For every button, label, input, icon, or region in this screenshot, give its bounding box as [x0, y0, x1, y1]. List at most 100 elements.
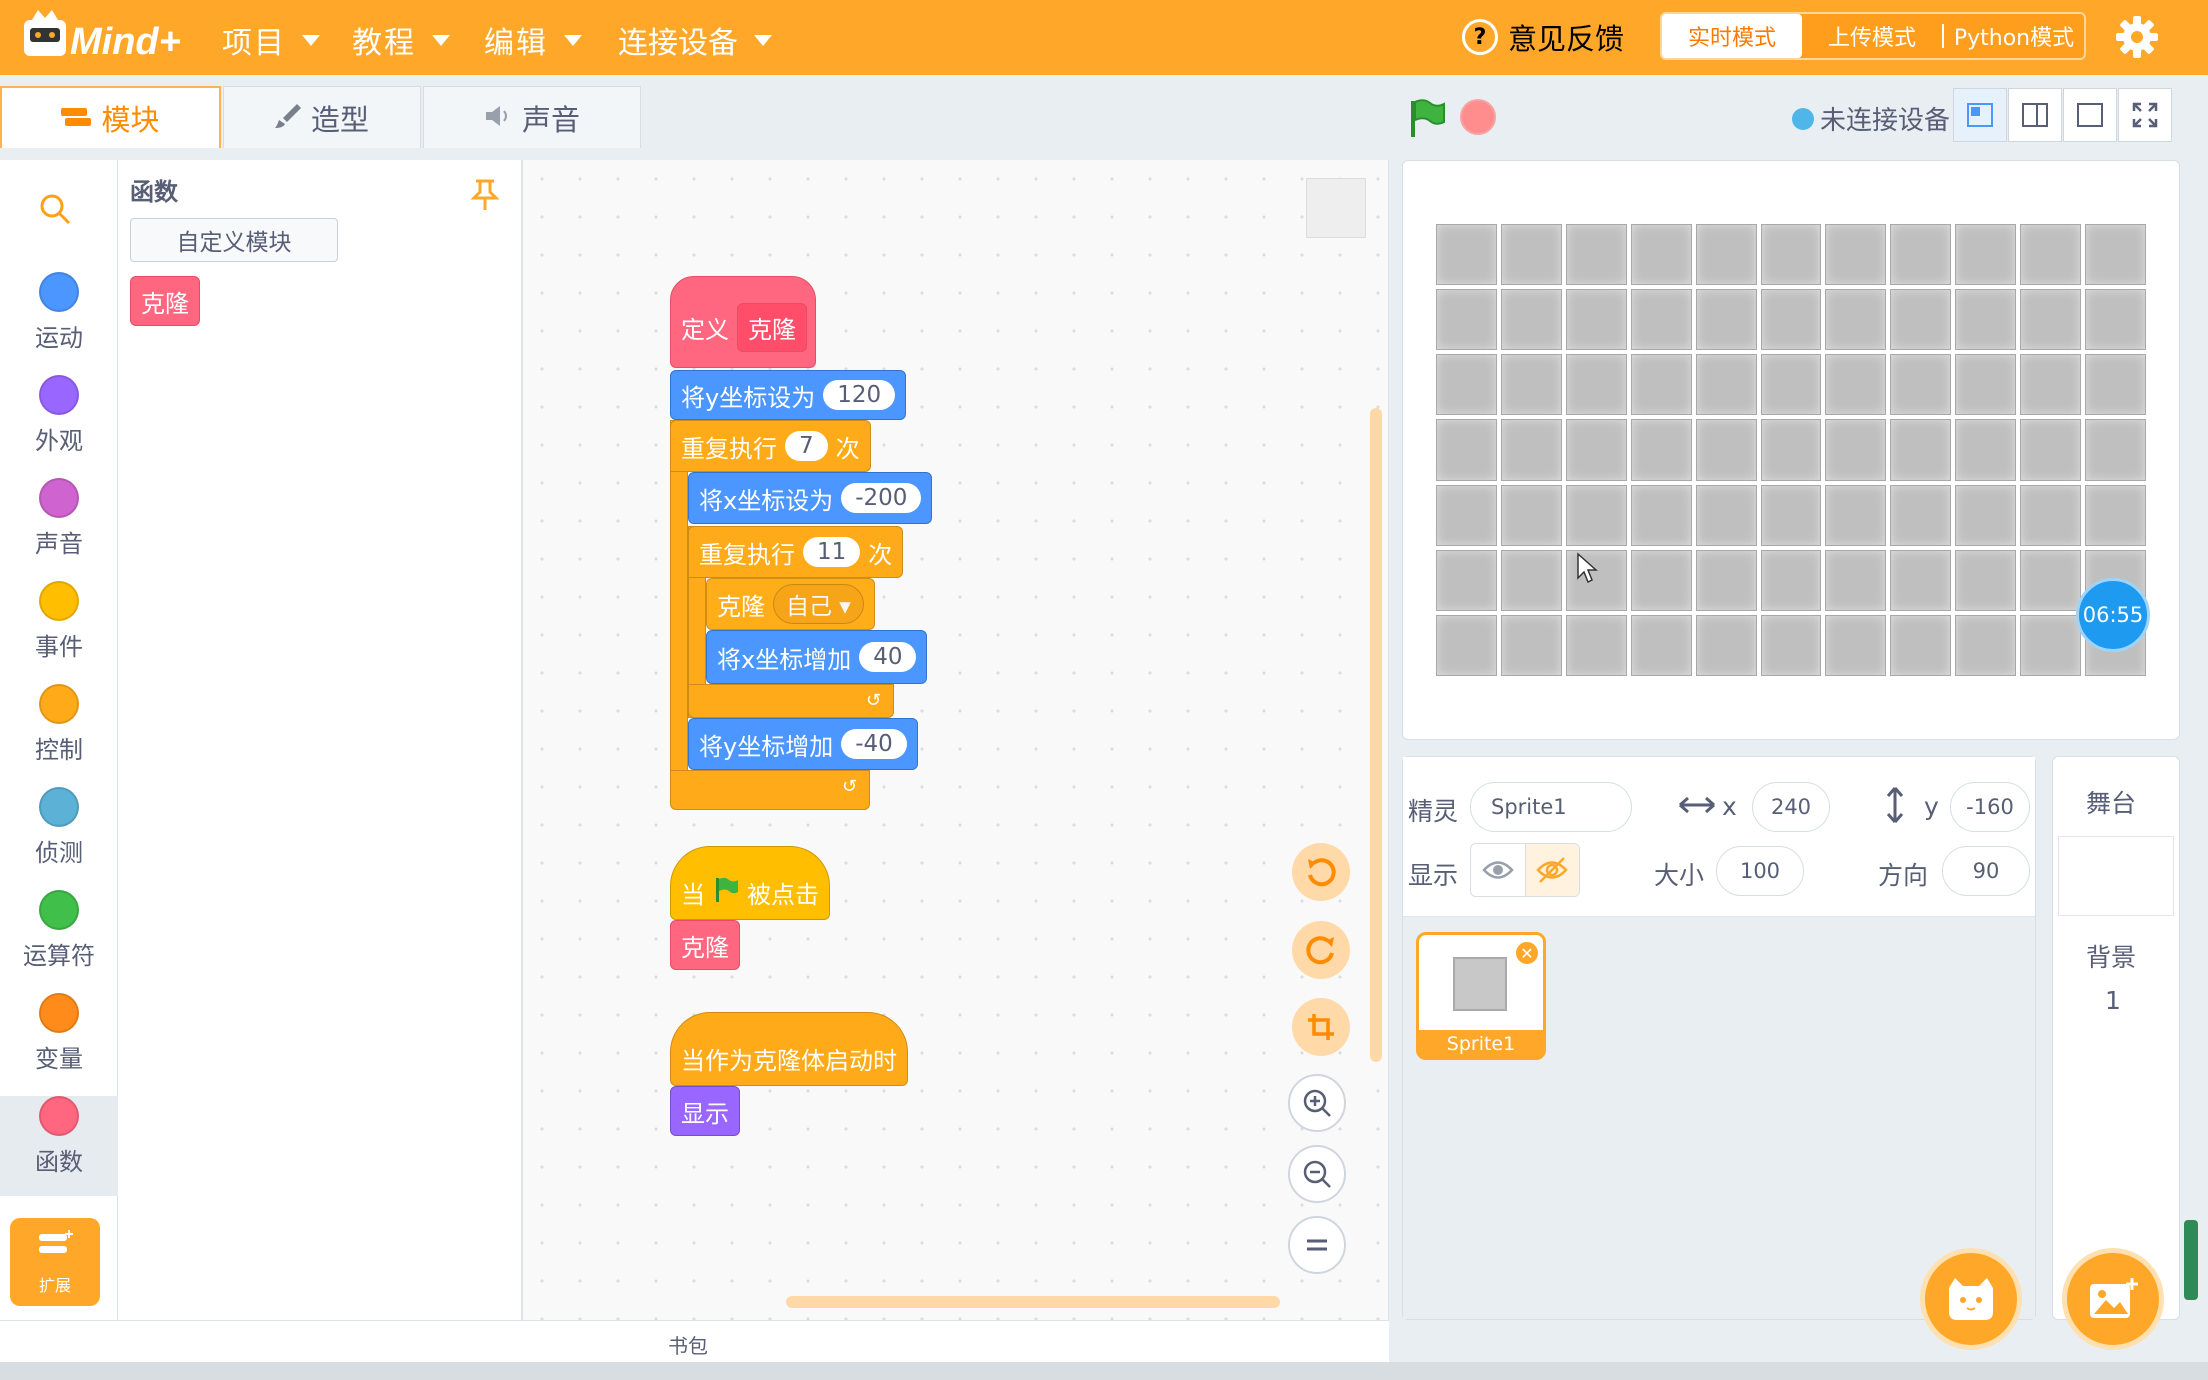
layout-normal-stage-button[interactable] — [2008, 88, 2062, 142]
stage-tile — [1825, 614, 1887, 676]
clone-target-label: 自己 — [786, 594, 832, 620]
sprite-name-input[interactable]: Sprite1 — [1470, 782, 1632, 832]
x-label: x — [1722, 792, 1737, 821]
search-icon[interactable] — [38, 192, 72, 230]
eye-slash-icon[interactable] — [1524, 844, 1579, 896]
size-input[interactable]: 100 — [1716, 846, 1804, 896]
menu-edit-label: 编辑 — [484, 26, 548, 61]
menu-connect-device[interactable]: 连接设备 — [618, 18, 772, 62]
undo-icon[interactable] — [1292, 843, 1350, 901]
category-0[interactable]: 运动 — [0, 272, 118, 372]
category-2[interactable]: 声音 — [0, 478, 118, 578]
stage-tile — [1630, 484, 1692, 546]
category-7[interactable]: 变量 — [0, 993, 118, 1093]
category-dot-icon — [39, 478, 79, 518]
add-sprite-button[interactable] — [1920, 1248, 2022, 1350]
make-custom-block-button[interactable]: 自定义模块 — [130, 218, 338, 262]
category-5[interactable]: 侦测 — [0, 787, 118, 887]
brush-icon — [274, 101, 301, 135]
extension-icon — [35, 1228, 75, 1266]
eye-icon[interactable] — [1471, 844, 1525, 896]
when-flag-clicked-block[interactable]: 当 被点击 — [670, 846, 830, 920]
green-flag-icon[interactable] — [1406, 98, 1446, 142]
repeat-outer-count[interactable]: 7 — [785, 431, 828, 461]
mode-python[interactable]: Python模式 — [1944, 14, 2084, 58]
tab-blocks[interactable]: 模块 — [0, 86, 221, 148]
crop-icon[interactable] — [1292, 998, 1350, 1056]
clone-self-block[interactable]: 克隆 自己 ▾ — [706, 578, 875, 630]
direction-input[interactable]: 90 — [1942, 846, 2030, 896]
clone-target-dropdown[interactable]: 自己 ▾ — [773, 584, 864, 624]
zoom-in-icon[interactable] — [1288, 1074, 1346, 1132]
extensions-button[interactable]: 扩展 — [10, 1218, 100, 1306]
layout-large-stage-button[interactable] — [2063, 88, 2117, 142]
layout-small-stage-button[interactable] — [1953, 88, 2007, 142]
blocks-icon — [61, 101, 92, 135]
status-dot-icon — [1792, 107, 1814, 130]
set-y-value[interactable]: 120 — [823, 380, 896, 410]
category-4[interactable]: 控制 — [0, 684, 118, 784]
backdrop-label: 背景 — [2086, 943, 2137, 972]
repeat-outer-block[interactable]: 重复执行 7 次 — [670, 420, 871, 472]
code-workspace[interactable] — [523, 160, 1389, 1320]
stage-tile — [1890, 289, 1952, 351]
category-label: 侦测 — [35, 839, 83, 867]
tab-sounds[interactable]: 声音 — [423, 86, 641, 148]
repeat-outer-arm — [670, 420, 688, 810]
change-x-block[interactable]: 将x坐标增加 40 — [706, 630, 928, 684]
workspace-horizontal-scrollbar[interactable] — [786, 1296, 1280, 1308]
zoom-out-icon[interactable] — [1288, 1145, 1346, 1203]
repeat-inner-count[interactable]: 11 — [803, 537, 861, 567]
connection-status-label: 未连接设备 — [1820, 106, 1951, 136]
feedback-button[interactable]: ? 意见反馈 — [1462, 16, 1624, 58]
define-block[interactable]: 定义 克隆 — [670, 276, 816, 368]
palette-clone-block[interactable]: 克隆 — [130, 276, 200, 326]
chevron-down-icon — [564, 34, 582, 46]
workspace-vertical-scrollbar[interactable] — [1370, 408, 1382, 1062]
menu-project[interactable]: 项目 — [222, 18, 320, 62]
menu-edit[interactable]: 编辑 — [484, 18, 582, 62]
category-6[interactable]: 运算符 — [0, 890, 118, 990]
category-label: 变量 — [35, 1045, 83, 1073]
sprite-preview-thumbnail — [1306, 178, 1366, 238]
repeat-inner-block[interactable]: 重复执行 11 次 — [688, 526, 904, 578]
category-1[interactable]: 外观 — [0, 375, 118, 475]
category-8[interactable]: 函数 — [0, 1096, 118, 1196]
stage-tile — [1695, 549, 1757, 611]
call-clone-block[interactable]: 克隆 — [670, 920, 740, 970]
set-x-value[interactable]: -200 — [841, 483, 922, 513]
category-label: 运动 — [35, 324, 83, 352]
pin-icon[interactable] — [470, 178, 500, 216]
when-clone-starts-block[interactable]: 当作为克隆体启动时 — [670, 1012, 908, 1086]
menu-tutorial[interactable]: 教程 — [352, 18, 450, 62]
stage-thumbnail[interactable] — [2058, 836, 2174, 916]
fullscreen-icon[interactable] — [2118, 88, 2172, 142]
stage-tile — [1760, 289, 1822, 351]
x-input[interactable]: 240 — [1752, 782, 1830, 832]
zoom-reset-icon[interactable] — [1288, 1216, 1346, 1274]
change-x-value[interactable]: 40 — [859, 642, 917, 672]
stop-icon[interactable] — [1460, 99, 1496, 135]
change-y-block[interactable]: 将y坐标增加 -40 — [688, 718, 918, 770]
gear-icon[interactable] — [2114, 14, 2160, 60]
close-icon[interactable]: ✕ — [1514, 940, 1540, 966]
sprite-label: 精灵 — [1408, 797, 1459, 826]
y-input[interactable]: -160 — [1950, 782, 2030, 832]
stage-tile-grid — [1436, 224, 2146, 676]
change-y-value[interactable]: -40 — [841, 729, 907, 759]
add-backdrop-button[interactable] — [2062, 1248, 2164, 1350]
y-label: y — [1924, 792, 1939, 821]
tab-costumes[interactable]: 造型 — [223, 86, 421, 148]
window-scrollbar[interactable] — [2184, 1220, 2198, 1300]
menu-tutorial-label: 教程 — [352, 26, 416, 61]
set-y-block[interactable]: 将y坐标设为 120 — [670, 370, 907, 420]
clone-self-label: 克隆 — [717, 592, 765, 621]
redo-icon[interactable] — [1292, 921, 1350, 979]
mode-realtime[interactable]: 实时模式 — [1662, 14, 1802, 58]
mode-upload[interactable]: 上传模式 — [1802, 14, 1942, 58]
set-y-label: 将y坐标设为 — [681, 383, 816, 412]
category-3[interactable]: 事件 — [0, 581, 118, 681]
show-block[interactable]: 显示 — [670, 1086, 740, 1136]
mindplus-logo[interactable]: Mind+ — [20, 6, 190, 66]
set-x-block[interactable]: 将x坐标设为 -200 — [688, 472, 933, 524]
